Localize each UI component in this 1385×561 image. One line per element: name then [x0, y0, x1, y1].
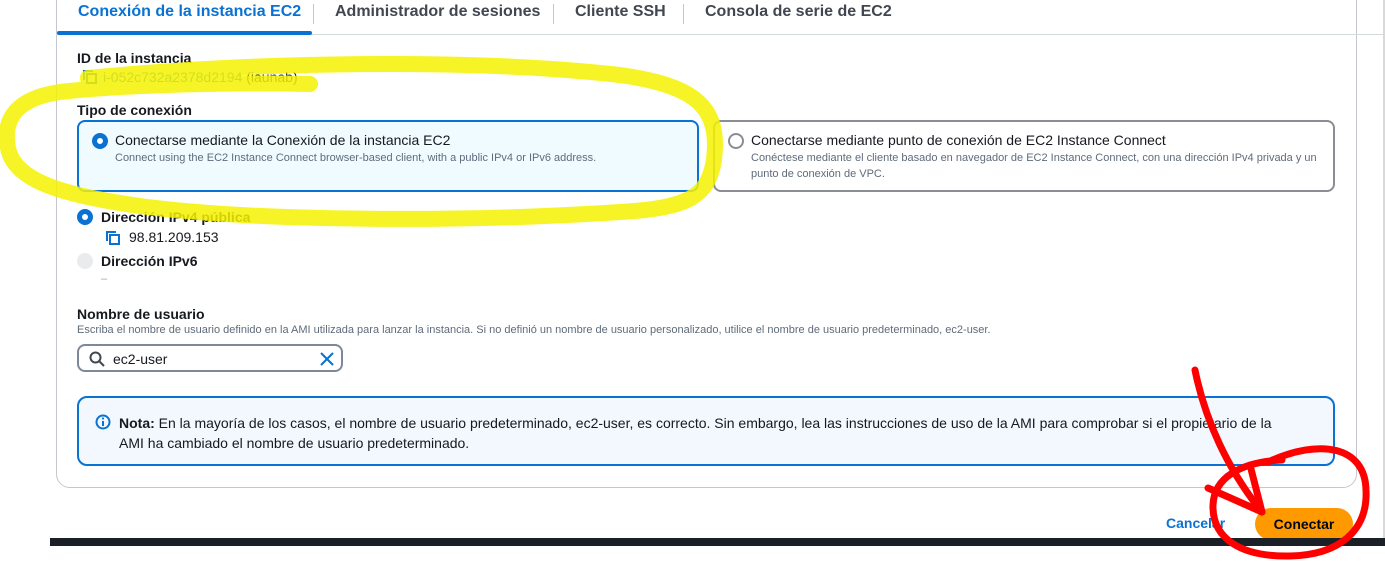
radio-unselected[interactable]	[728, 133, 744, 149]
note-text: Nota: En la mayoría de los casos, el nom…	[119, 413, 1299, 453]
ipv6-label: Dirección IPv6	[101, 253, 198, 269]
tab-divider	[313, 4, 314, 24]
username-help: Escriba el nombre de usuario definido en…	[77, 324, 991, 336]
connection-option-instance-connect[interactable]: Conectarse mediante la Conexión de la in…	[77, 120, 699, 192]
search-icon	[89, 351, 105, 367]
info-alert: Nota: En la mayoría de los casos, el nom…	[77, 396, 1335, 466]
username-label: Nombre de usuario	[77, 306, 205, 322]
ipv6-value: –	[101, 273, 108, 285]
option-description: Connect using the EC2 Instance Connect b…	[115, 152, 597, 164]
connection-type-label: Tipo de conexión	[77, 102, 192, 118]
tab-session-manager[interactable]: Administrador de sesiones	[335, 3, 540, 21]
instance-name: (iaunab)	[246, 69, 298, 85]
instance-id: i-052c732a2378d2194 (iaunab)	[103, 69, 298, 85]
footer-bar	[50, 538, 1385, 546]
tab-ssh-client[interactable]: Cliente SSH	[575, 3, 666, 21]
clear-icon[interactable]	[319, 351, 335, 367]
ipv6-radio	[77, 253, 93, 269]
copy-icon[interactable]	[83, 70, 97, 84]
tab-ec2-instance-connect[interactable]: Conexión de la instancia EC2	[78, 3, 301, 21]
connection-option-endpoint[interactable]: Conectarse mediante punto de conexión de…	[713, 120, 1335, 192]
note-body: En la mayoría de los casos, el nombre de…	[119, 415, 1272, 451]
ipv4-label: Dirección IPv4 pública	[101, 209, 251, 225]
option-title: Conectarse mediante punto de conexión de…	[751, 132, 1166, 148]
note-label: Nota:	[119, 415, 155, 431]
username-input[interactable]	[113, 349, 303, 369]
instance-id-link[interactable]: i-052c732a2378d2194	[103, 69, 242, 85]
username-field[interactable]	[77, 344, 343, 372]
copy-icon[interactable]	[106, 231, 120, 245]
instance-id-label: ID de la instancia	[77, 50, 192, 66]
connect-button[interactable]: Conectar	[1255, 508, 1353, 540]
tab-serial-console[interactable]: Consola de serie de EC2	[705, 3, 892, 21]
cancel-button[interactable]: Cancelar	[1166, 515, 1225, 531]
option-title: Conectarse mediante la Conexión de la in…	[115, 132, 451, 148]
tab-divider	[683, 4, 684, 24]
option-description: Conéctese mediante el cliente basado en …	[751, 152, 1317, 180]
ipv4-value: 98.81.209.153	[129, 229, 219, 245]
active-tab-indicator	[57, 31, 312, 35]
tab-divider	[553, 4, 554, 24]
ipv4-radio[interactable]	[77, 209, 93, 225]
radio-selected[interactable]	[92, 133, 108, 149]
info-icon	[95, 414, 111, 430]
